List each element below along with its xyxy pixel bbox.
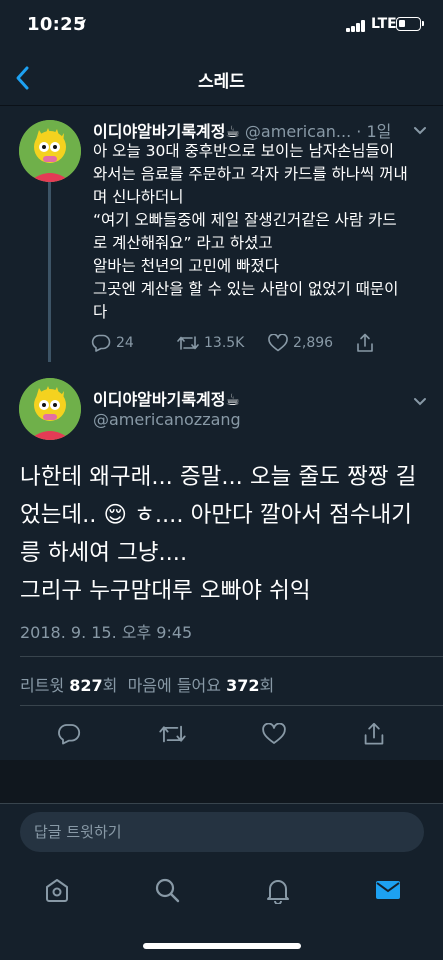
avatar-image-icon (19, 378, 81, 440)
page-title: 스레드 (198, 72, 245, 92)
retweet-button[interactable]: 13.5K (177, 334, 268, 352)
retweet-icon[interactable] (159, 723, 186, 745)
author-handle-line: @americanozzang (93, 410, 241, 429)
like-button[interactable]: 2,896 (268, 334, 355, 352)
reply-input[interactable]: 답글 트윗하기 (20, 812, 424, 852)
network-type: LTE (371, 16, 397, 32)
home-indicator (143, 943, 301, 949)
location-arrow-icon (76, 19, 86, 29)
retweet-stat[interactable]: 리트윗 827회 (20, 676, 117, 695)
reply-icon (91, 334, 111, 352)
thread-connector (48, 182, 51, 362)
handle[interactable]: @americanozzang (93, 410, 241, 429)
share-button[interactable] (355, 333, 375, 353)
signal-icon (346, 20, 366, 32)
tweet-text: 아 오늘 30대 중후반으로 보이는 남자손님들이 와서는 음료를 주문하고 각… (93, 142, 408, 321)
nav-bar: 스레드 (0, 50, 443, 106)
author-name-line: 이디야알바기록계정☕ (93, 386, 240, 410)
chevron-down-icon[interactable] (413, 126, 427, 136)
chevron-down-icon[interactable] (413, 397, 427, 407)
share-icon[interactable] (362, 722, 386, 746)
reply-count: 24 (116, 335, 134, 351)
notifications-icon[interactable] (264, 876, 292, 904)
display-name[interactable]: 이디야알바기록계정☕ (93, 390, 240, 409)
reply-button[interactable]: 24 (91, 334, 177, 352)
avatar[interactable] (19, 120, 81, 182)
home-icon[interactable] (43, 876, 71, 904)
avatar-image-icon (19, 120, 81, 182)
section-gap (0, 760, 443, 804)
parent-tweet[interactable]: 이디야알바기록계정☕ @american... · 1일 아 오늘 30대 중후… (0, 107, 443, 360)
battery-icon (396, 17, 424, 31)
heart-icon (268, 334, 288, 352)
handle[interactable]: @american... (245, 122, 351, 141)
tweet-timestamp: 2018. 9. 15. 오후 9:45 (20, 623, 193, 642)
tweet-actions: 24 13.5K 2,896 (91, 333, 375, 353)
author-line: 이디야알바기록계정☕ @american... · 1일 (93, 118, 391, 142)
relative-time: · 1일 (356, 122, 392, 141)
engagement-stats: 리트윗 827회 마음에 들어요 372회 (20, 672, 274, 696)
heart-icon[interactable] (262, 723, 286, 745)
display-name[interactable]: 이디야알바기록계정☕ (93, 122, 240, 141)
like-count: 2,896 (293, 335, 334, 351)
retweet-count: 13.5K (204, 335, 245, 351)
reply-icon[interactable] (57, 723, 81, 745)
retweet-icon (177, 336, 199, 350)
divider (20, 705, 443, 706)
like-stat[interactable]: 마음에 들어요 372회 (128, 676, 275, 695)
search-icon[interactable] (153, 876, 181, 904)
divider (20, 656, 443, 657)
tweet-text: 나한테 왜구래... 증말... 오늘 줄도 짱짱 길 었는데.. 😌 ㅎ...… (20, 464, 417, 604)
share-icon (357, 333, 373, 352)
status-bar: 10:25 LTE (0, 0, 443, 50)
avatar[interactable] (19, 378, 81, 440)
messages-icon[interactable] (374, 876, 402, 904)
tweet-actions (57, 722, 386, 746)
